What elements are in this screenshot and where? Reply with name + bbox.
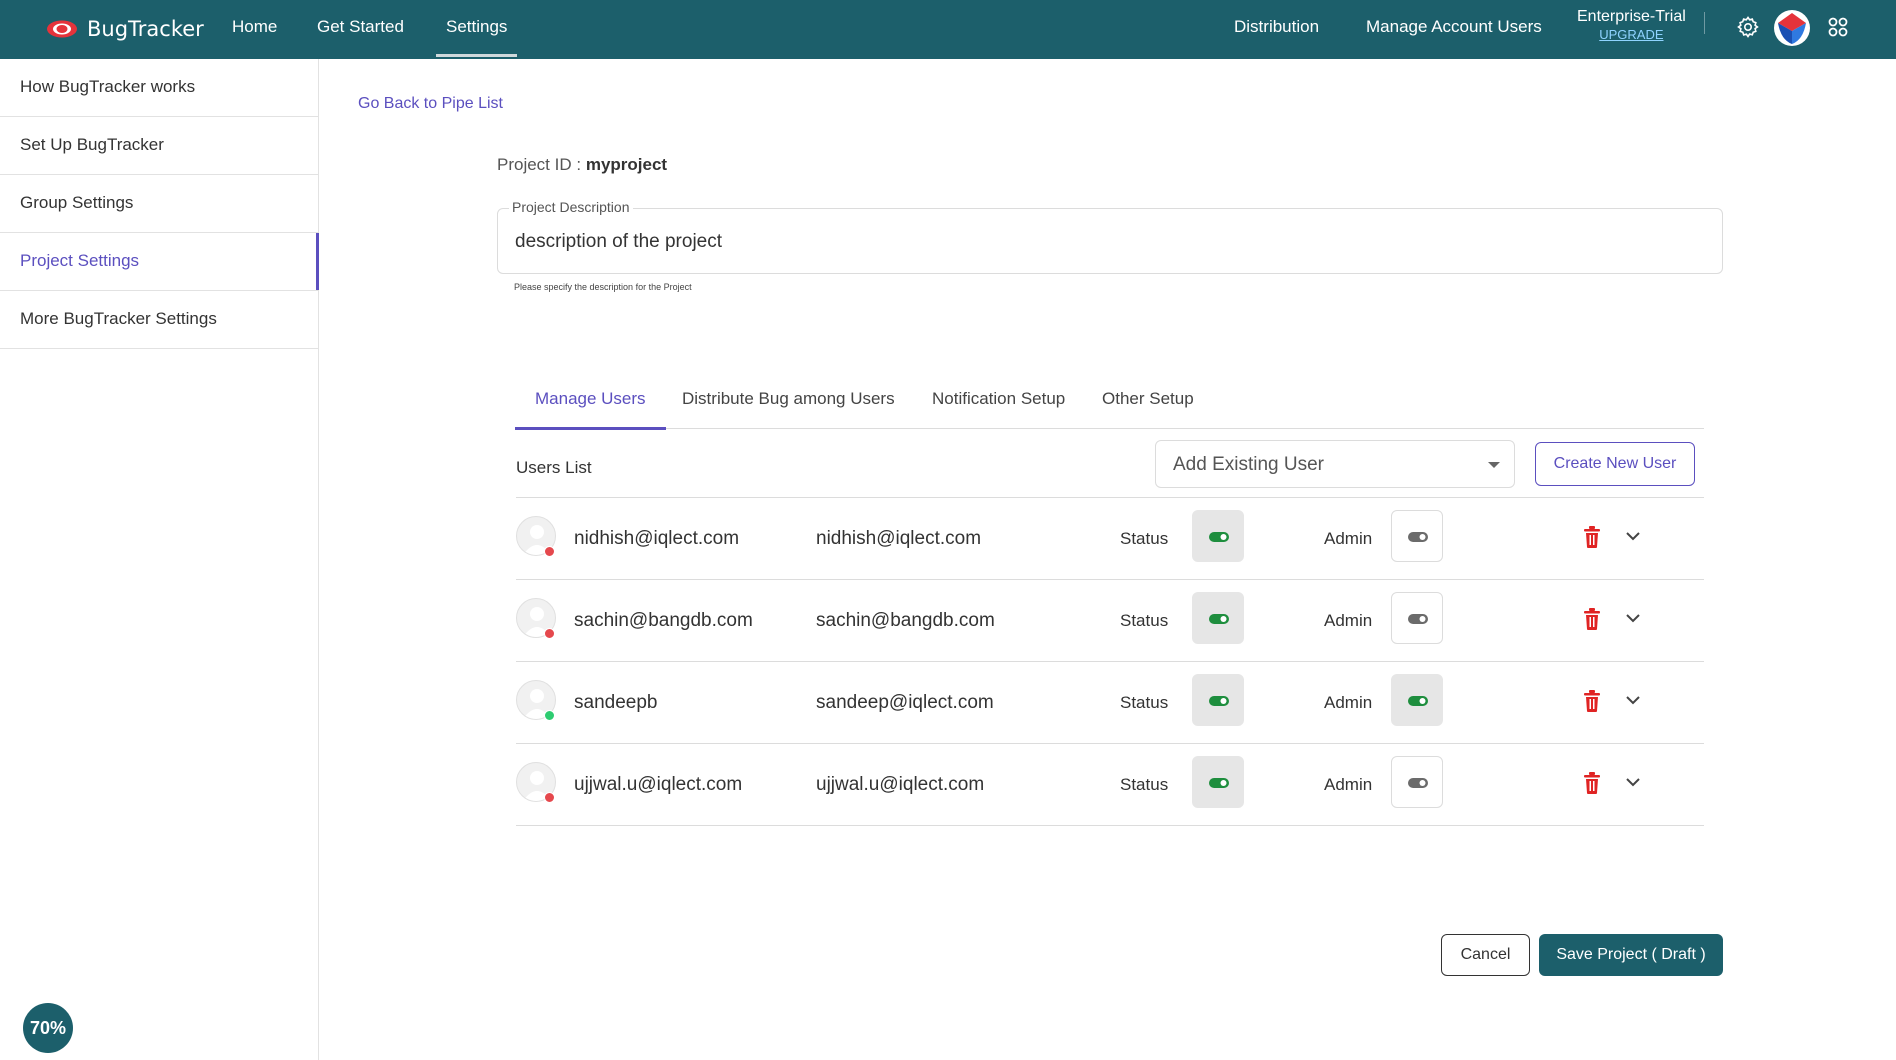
- user-row: nidhish@iqlect.com nidhish@iqlect.com St…: [516, 498, 1704, 580]
- nav-manage-account-users[interactable]: Manage Account Users: [1366, 0, 1542, 59]
- brand-name: BugTracker: [87, 17, 204, 41]
- save-project-button[interactable]: Save Project ( Draft ): [1539, 934, 1723, 976]
- tab-notification-setup[interactable]: Notification Setup: [932, 376, 1065, 429]
- plan-info: Enterprise-Trial UPGRADE: [1577, 8, 1686, 42]
- status-label: Status: [1120, 611, 1169, 630]
- toggle-on-icon: [1209, 778, 1229, 788]
- presence-dot: [544, 628, 555, 639]
- admin-toggle[interactable]: [1391, 756, 1443, 808]
- toggle-on-icon: [1209, 614, 1229, 624]
- users-list-title: Users List: [516, 458, 592, 477]
- tab-distribute-bug[interactable]: Distribute Bug among Users: [682, 376, 895, 429]
- sidebar-item-group-settings[interactable]: Group Settings: [0, 175, 318, 233]
- status-toggle[interactable]: [1192, 592, 1244, 644]
- top-navbar: BugTracker Home Get Started Settings Dis…: [0, 0, 1896, 59]
- toggle-on-icon: [1408, 696, 1428, 706]
- add-existing-user-value: Add Existing User: [1173, 454, 1325, 475]
- status-toggle[interactable]: [1192, 674, 1244, 726]
- dropdown-caret-icon: [1488, 462, 1500, 468]
- user-row: sachin@bangdb.com sachin@bangdb.com Stat…: [516, 580, 1704, 662]
- tab-other-setup[interactable]: Other Setup: [1102, 376, 1194, 429]
- admin-label: Admin: [1324, 693, 1373, 712]
- project-id-value: myproject: [585, 155, 668, 174]
- back-to-pipe-list-link[interactable]: Go Back to Pipe List: [358, 95, 503, 113]
- sidebar-item-how-it-works[interactable]: How BugTracker works: [0, 59, 318, 117]
- admin-label: Admin: [1324, 775, 1373, 794]
- status-label: Status: [1120, 529, 1169, 548]
- toggle-on-icon: [1209, 696, 1229, 706]
- presence-dot: [544, 792, 555, 803]
- trash-icon[interactable]: [1582, 689, 1602, 713]
- status-label: Status: [1120, 693, 1169, 712]
- admin-toggle[interactable]: [1391, 592, 1443, 644]
- project-description-label: Project Description: [509, 199, 633, 215]
- user-row: sandeepb sandeep@iqlect.com Status Admin: [516, 662, 1704, 744]
- create-new-user-button[interactable]: Create New User: [1535, 442, 1695, 486]
- trash-icon[interactable]: [1582, 525, 1602, 549]
- plan-name: Enterprise-Trial: [1577, 8, 1686, 25]
- settings-tabs: Manage Users Distribute Bug among Users …: [515, 376, 1704, 430]
- nav-settings[interactable]: Settings: [435, 0, 518, 59]
- admin-toggle[interactable]: [1391, 510, 1443, 562]
- user-email: sandeep@iqlect.com: [816, 692, 994, 713]
- project-description-help: Please specify the description for the P…: [514, 282, 692, 292]
- apps-grid-icon[interactable]: [1826, 15, 1850, 39]
- chevron-down-icon[interactable]: [1624, 693, 1642, 707]
- bugtracker-logo-icon: [47, 20, 77, 38]
- sidebar-item-setup[interactable]: Set Up BugTracker: [0, 117, 318, 175]
- admin-label: Admin: [1324, 529, 1373, 548]
- user-name: nidhish@iqlect.com: [574, 528, 740, 549]
- admin-toggle[interactable]: [1391, 674, 1443, 726]
- admin-label: Admin: [1324, 611, 1373, 630]
- user-name: sachin@bangdb.com: [574, 610, 753, 631]
- trash-icon[interactable]: [1582, 607, 1602, 631]
- upgrade-link[interactable]: UPGRADE: [1577, 27, 1686, 42]
- toggle-off-icon: [1408, 614, 1428, 624]
- add-existing-user-select[interactable]: Add Existing User: [1155, 440, 1515, 488]
- sidebar-item-more-settings[interactable]: More BugTracker Settings: [0, 291, 318, 349]
- sidebar-item-project-settings[interactable]: Project Settings: [0, 233, 319, 291]
- user-name: ujjwal.u@iqlect.com: [574, 774, 743, 795]
- user-name: sandeepb: [574, 692, 658, 713]
- chevron-down-icon[interactable]: [1624, 611, 1642, 625]
- user-email: nidhish@iqlect.com: [816, 528, 982, 549]
- project-description-field[interactable]: Project Description description of the p…: [497, 199, 1723, 274]
- progress-badge[interactable]: 70%: [23, 1003, 73, 1053]
- nav-home[interactable]: Home: [232, 0, 277, 59]
- user-email: sachin@bangdb.com: [816, 610, 995, 631]
- presence-dot: [544, 546, 555, 557]
- toggle-on-icon: [1209, 532, 1229, 542]
- nav-get-started[interactable]: Get Started: [317, 0, 404, 59]
- tab-manage-users[interactable]: Manage Users: [515, 376, 666, 430]
- status-toggle[interactable]: [1192, 510, 1244, 562]
- presence-dot: [544, 710, 555, 721]
- project-id: Project ID : myproject: [497, 155, 667, 175]
- nav-distribution[interactable]: Distribution: [1234, 0, 1319, 59]
- toggle-off-icon: [1408, 532, 1428, 542]
- status-label: Status: [1120, 775, 1169, 794]
- trash-icon[interactable]: [1582, 771, 1602, 795]
- toggle-off-icon: [1408, 778, 1428, 788]
- brand[interactable]: BugTracker: [46, 11, 204, 47]
- cancel-button[interactable]: Cancel: [1441, 934, 1530, 976]
- status-toggle[interactable]: [1192, 756, 1244, 808]
- sidebar: How BugTracker works Set Up BugTracker G…: [0, 59, 319, 1060]
- user-email: ujjwal.u@iqlect.com: [816, 774, 985, 795]
- chevron-down-icon[interactable]: [1624, 775, 1642, 789]
- chevron-down-icon[interactable]: [1624, 529, 1642, 543]
- user-row: ujjwal.u@iqlect.com ujjwal.u@iqlect.com …: [516, 744, 1704, 826]
- topbar-divider: [1704, 12, 1705, 34]
- project-description-value[interactable]: description of the project: [515, 231, 722, 253]
- project-id-label: Project ID :: [497, 155, 582, 174]
- account-logo[interactable]: [1773, 9, 1811, 47]
- gear-icon[interactable]: [1736, 15, 1760, 39]
